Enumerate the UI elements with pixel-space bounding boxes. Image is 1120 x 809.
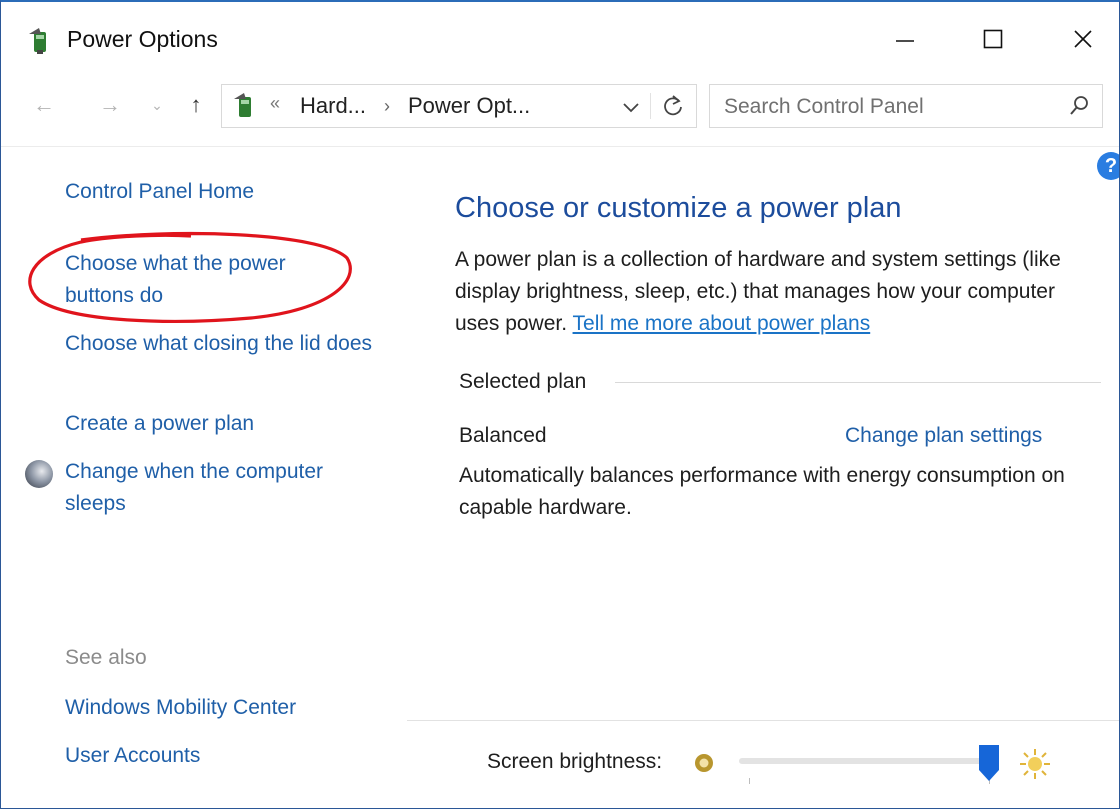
address-dropdown-icon[interactable] — [620, 97, 642, 117]
chevron-down-icon: ⌄ — [151, 96, 163, 113]
help-icon[interactable]: ? — [1097, 152, 1119, 180]
back-arrow-icon: ← — [33, 92, 55, 117]
close-button[interactable] — [1053, 16, 1113, 62]
back-button[interactable]: ← — [29, 90, 59, 120]
page-title: Choose or customize a power plan — [455, 192, 902, 224]
sleep-moon-icon — [25, 460, 53, 488]
windows-mobility-center-link[interactable]: Windows Mobility Center — [65, 692, 385, 724]
maximize-icon — [983, 29, 1003, 49]
search-icon[interactable] — [1068, 95, 1090, 117]
page-description: A power plan is a collection of hardware… — [455, 244, 1105, 340]
bright-brightness-icon — [1020, 749, 1050, 779]
breadcrumb-hardware[interactable]: Hard... — [300, 93, 366, 119]
change-sleep-link[interactable]: Change when the computer sleeps — [65, 456, 385, 520]
address-bar[interactable]: « Hard... › Power Opt... — [221, 84, 697, 128]
title-bar: Power Options — [1, 2, 1119, 72]
minimize-icon — [896, 40, 914, 42]
breadcrumb-separator-icon[interactable]: › — [384, 96, 390, 117]
address-toolbar: ← → ⌄ ↑ « Hard... › Power Opt... Search … — [1, 76, 1119, 136]
see-also-heading: See also — [65, 646, 147, 669]
tell-me-more-link[interactable]: Tell me more about power plans — [573, 312, 871, 335]
slider-tick-min — [749, 778, 750, 784]
up-button[interactable]: ↑ — [181, 90, 211, 120]
change-plan-settings-link[interactable]: Change plan settings — [845, 424, 1042, 448]
address-divider — [650, 93, 651, 119]
forward-arrow-icon: → — [99, 92, 121, 117]
up-arrow-icon: ↑ — [190, 92, 202, 117]
create-power-plan-link[interactable]: Create a power plan — [65, 408, 385, 440]
brightness-slider-track[interactable] — [739, 758, 999, 764]
window-title: Power Options — [67, 26, 218, 52]
plan-name: Balanced — [459, 424, 547, 447]
bottom-divider — [407, 720, 1119, 721]
breadcrumb-power-options[interactable]: Power Opt... — [408, 93, 530, 119]
power-options-app-icon — [29, 28, 46, 54]
search-input[interactable]: Search Control Panel — [724, 95, 924, 119]
choose-power-buttons-link[interactable]: Choose what the power buttons do — [65, 248, 335, 312]
breadcrumb-overflow[interactable]: « — [270, 93, 280, 114]
user-accounts-link[interactable]: User Accounts — [65, 740, 385, 772]
selected-plan-label: Selected plan — [459, 370, 587, 393]
refresh-icon[interactable] — [660, 93, 686, 119]
control-panel-home-link[interactable]: Control Panel Home — [65, 176, 385, 208]
selected-plan-divider — [615, 382, 1101, 383]
search-box[interactable]: Search Control Panel — [709, 84, 1103, 128]
close-icon — [1074, 30, 1092, 48]
plan-description: Automatically balances performance with … — [459, 464, 1065, 519]
forward-button[interactable]: → — [95, 90, 125, 120]
dim-brightness-icon — [695, 754, 713, 772]
power-options-window: Power Options ← → ⌄ ↑ « Hard... › Power … — [0, 0, 1120, 809]
maximize-button[interactable] — [963, 16, 1023, 62]
minimize-button[interactable] — [875, 16, 935, 62]
screen-brightness-label: Screen brightness: — [487, 750, 663, 773]
power-options-location-icon — [234, 93, 251, 117]
recent-locations-button[interactable]: ⌄ — [147, 90, 167, 120]
toolbar-divider — [1, 146, 1119, 147]
brightness-slider-thumb[interactable] — [978, 744, 1000, 782]
choose-closing-lid-link[interactable]: Choose what closing the lid does — [65, 328, 385, 360]
